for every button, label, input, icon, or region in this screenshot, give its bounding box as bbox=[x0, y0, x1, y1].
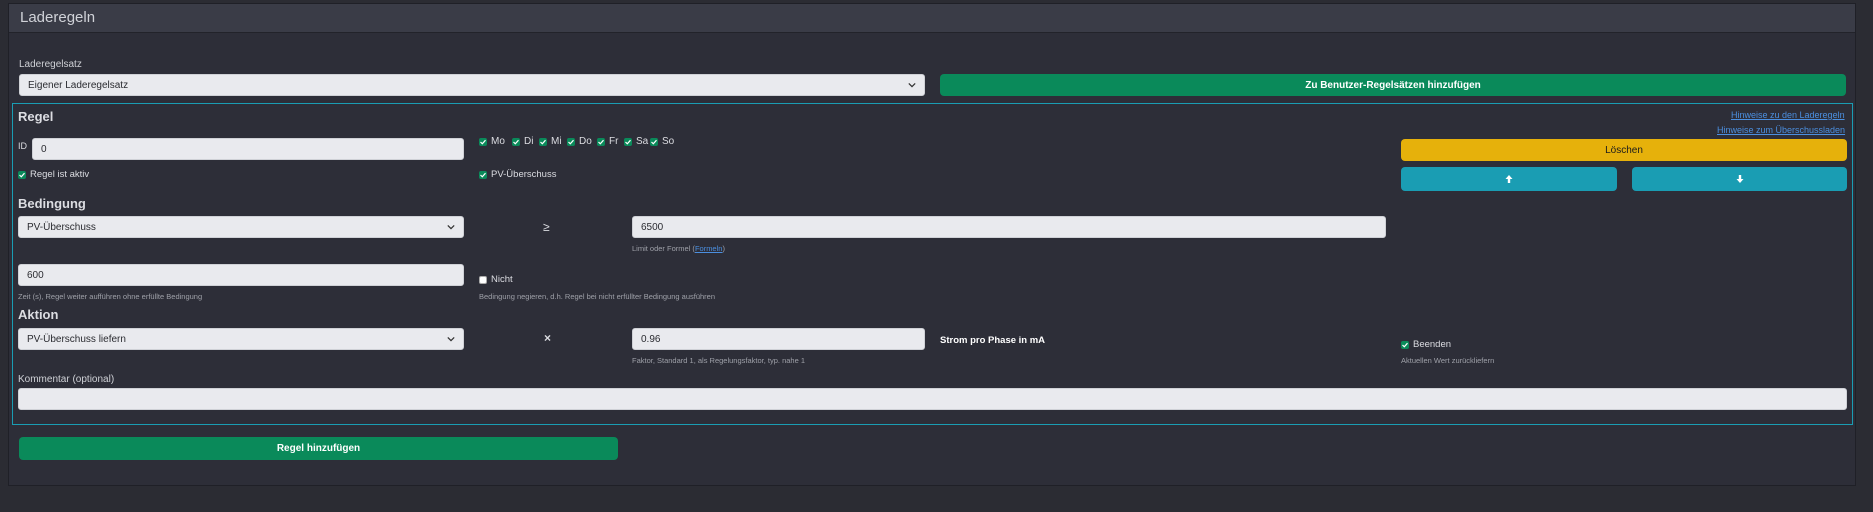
chevron-down-icon bbox=[447, 336, 455, 342]
move-down-button[interactable] bbox=[1632, 167, 1847, 191]
negate-label: Nicht bbox=[491, 274, 513, 285]
factor-input[interactable]: 0.96 bbox=[632, 328, 925, 350]
factor-input-value: 0.96 bbox=[641, 334, 661, 345]
checkbox-icon bbox=[479, 171, 487, 179]
day-label: Do bbox=[579, 136, 592, 147]
checkbox-icon bbox=[479, 276, 487, 284]
pv-surplus-label: PV-Überschuss bbox=[491, 169, 557, 180]
add-rule-button[interactable]: Regel hinzufügen bbox=[19, 437, 618, 460]
checkbox-icon bbox=[1401, 341, 1409, 349]
ruleset-label: Laderegelsatz bbox=[19, 59, 82, 70]
checkbox-icon bbox=[624, 138, 632, 146]
action-section-title: Aktion bbox=[18, 307, 59, 322]
rules-hints-link[interactable]: Hinweise zu den Laderegeln bbox=[1731, 110, 1845, 120]
chevron-down-icon bbox=[908, 82, 916, 88]
comment-label: Kommentar (optional) bbox=[18, 374, 115, 385]
end-help: Aktuellen Wert zurückliefern bbox=[1401, 356, 1495, 365]
limit-help: Limit oder Formel (Formeln) bbox=[632, 244, 725, 253]
ruleset-select[interactable]: Eigener Laderegelsatz bbox=[19, 74, 925, 96]
pv-surplus-checkbox[interactable]: PV-Überschuss bbox=[479, 169, 579, 181]
delete-button[interactable]: Löschen bbox=[1401, 139, 1847, 161]
id-label: ID bbox=[18, 141, 27, 151]
rule-section-title: Regel bbox=[18, 109, 54, 124]
arrow-down-icon bbox=[1736, 175, 1743, 183]
checkbox-icon bbox=[18, 171, 26, 179]
id-input-value: 0 bbox=[41, 144, 47, 155]
condition-select-value: PV-Überschuss bbox=[27, 222, 96, 233]
checkbox-icon bbox=[650, 138, 658, 146]
day-label: Mi bbox=[551, 136, 562, 147]
day-label: Mo bbox=[491, 136, 505, 147]
multiply-operator: × bbox=[544, 331, 552, 345]
page-title: Laderegeln bbox=[20, 9, 96, 26]
condition-section-title: Bedingung bbox=[18, 196, 86, 211]
checkbox-icon bbox=[597, 138, 605, 146]
action-select[interactable]: PV-Überschuss liefern bbox=[18, 328, 464, 350]
move-up-button[interactable] bbox=[1401, 167, 1617, 191]
rule-active-label: Regel ist aktiv bbox=[30, 169, 90, 180]
comment-input[interactable] bbox=[18, 388, 1847, 410]
condition-select[interactable]: PV-Überschuss bbox=[18, 216, 464, 238]
checkbox-icon bbox=[567, 138, 575, 146]
day-label: So bbox=[662, 136, 675, 147]
surplus-hints-link[interactable]: Hinweise zum Überschussladen bbox=[1717, 125, 1845, 135]
add-to-user-rulesets-button[interactable]: Zu Benutzer-Regelsätzen hinzufügen bbox=[940, 74, 1846, 96]
negate-help: Bedingung negieren, d.h. Regel bei nicht… bbox=[479, 292, 716, 301]
limit-input-value: 6500 bbox=[641, 222, 664, 233]
card-header: Laderegeln bbox=[9, 4, 1855, 33]
rule-active-checkbox[interactable]: Regel ist aktiv bbox=[18, 169, 118, 181]
factor-help: Faktor, Standard 1, als Regelungsfaktor,… bbox=[632, 356, 806, 365]
time-input-value: 600 bbox=[27, 270, 44, 281]
day-label: Sa bbox=[636, 136, 649, 147]
time-help: Zeit (s), Regel weiter aufführen ohne er… bbox=[18, 292, 203, 301]
formulas-link[interactable]: Formeln bbox=[695, 244, 723, 253]
negate-checkbox[interactable]: Nicht bbox=[479, 274, 539, 286]
chevron-down-icon bbox=[447, 224, 455, 230]
arrow-up-icon bbox=[1505, 175, 1513, 183]
day-label: Di bbox=[524, 136, 534, 147]
unit-label: Strom pro Phase in mA bbox=[940, 335, 1046, 346]
id-input[interactable]: 0 bbox=[32, 138, 464, 160]
ruleset-select-value: Eigener Laderegelsatz bbox=[28, 80, 129, 91]
end-label: Beenden bbox=[1413, 339, 1452, 350]
limit-input[interactable]: 6500 bbox=[632, 216, 1386, 238]
checkbox-icon bbox=[479, 138, 487, 146]
time-input[interactable]: 600 bbox=[18, 264, 464, 286]
greater-equal-operator: ≥ bbox=[543, 220, 550, 234]
day-label: Fr bbox=[609, 136, 619, 147]
checkbox-icon bbox=[512, 138, 520, 146]
end-checkbox[interactable]: Beenden bbox=[1401, 339, 1481, 351]
action-select-value: PV-Überschuss liefern bbox=[27, 334, 126, 345]
checkbox-icon bbox=[539, 138, 547, 146]
